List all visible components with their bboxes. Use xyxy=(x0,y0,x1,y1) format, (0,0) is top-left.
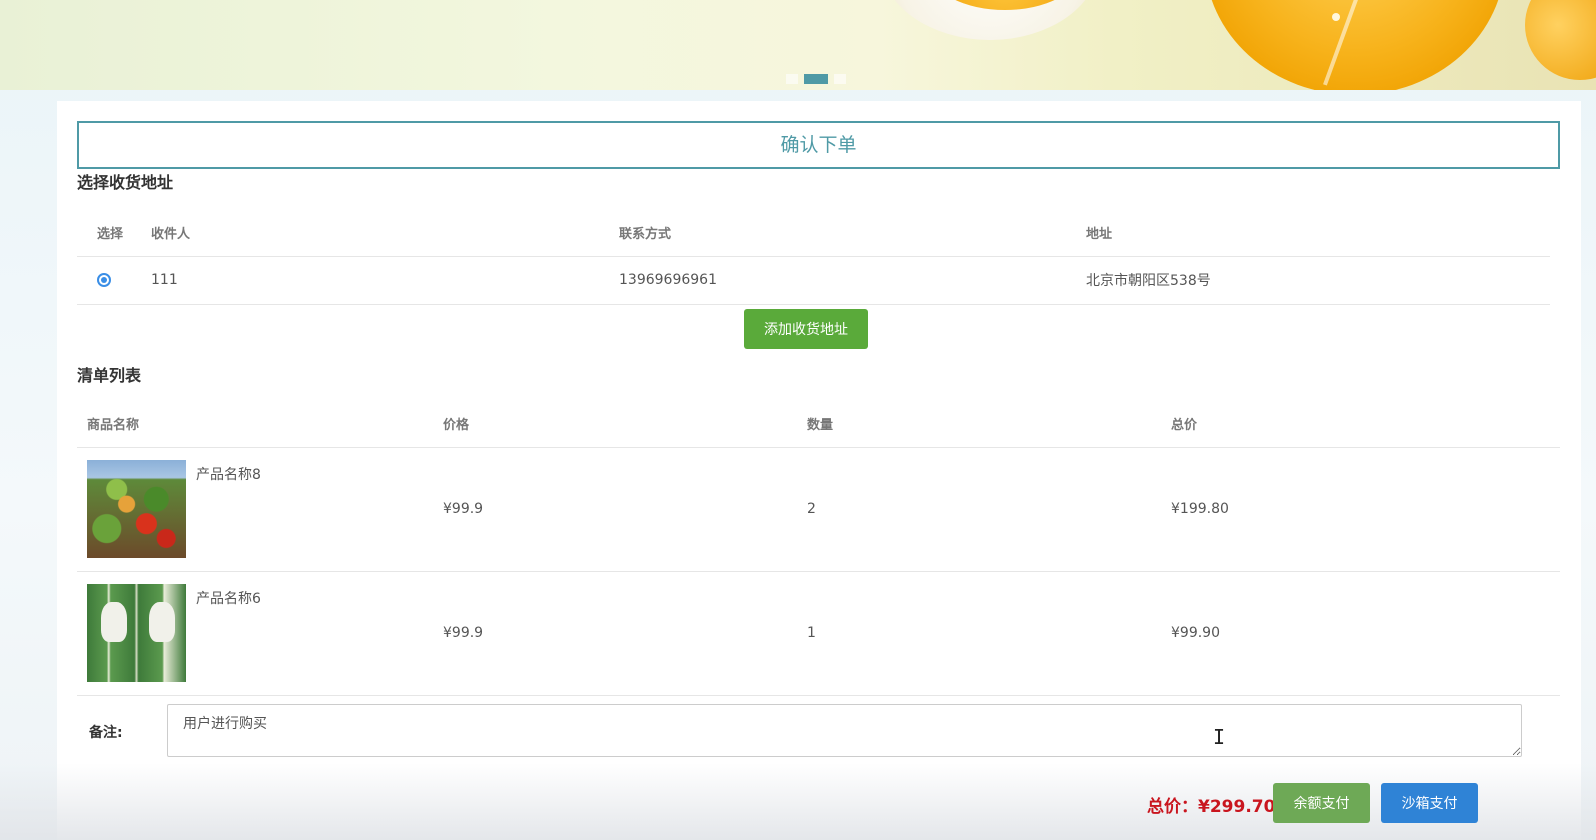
product-price: ¥99.9 xyxy=(443,447,807,572)
address-phone: 13969696961 xyxy=(619,256,1086,305)
address-radio-cell[interactable] xyxy=(77,256,151,305)
product-cell: 产品名称6 xyxy=(77,571,443,696)
address-row[interactable]: 111 13969696961 北京市朝阳区538号 xyxy=(77,256,1550,305)
banner-lemon-decor xyxy=(1205,0,1505,90)
add-address-button[interactable]: 添加收货地址 xyxy=(744,309,868,349)
page-title: 确认下单 xyxy=(77,121,1560,169)
header-phone: 联系方式 xyxy=(619,209,1086,257)
goods-table-header: 商品名称 价格 数量 总价 xyxy=(77,401,1560,448)
carousel-dot[interactable] xyxy=(786,74,798,84)
text-cursor-icon: I xyxy=(1213,725,1226,749)
header-total: 总价 xyxy=(1171,401,1560,448)
address-detail: 北京市朝阳区538号 xyxy=(1086,256,1550,305)
address-section-title: 选择收货地址 xyxy=(77,173,174,192)
product-name[interactable]: 产品名称8 xyxy=(196,464,261,484)
header-select: 选择 xyxy=(77,209,151,257)
address-table: 选择 收件人 联系方式 地址 111 13969696961 北京市朝阳区538… xyxy=(77,209,1550,305)
product-total: ¥199.80 xyxy=(1171,447,1560,572)
product-total: ¥99.90 xyxy=(1171,571,1560,696)
goods-row: 产品名称6 ¥99.9 1 ¥99.90 xyxy=(77,571,1560,696)
vegetables-image[interactable] xyxy=(87,460,186,558)
hero-banner xyxy=(0,0,1596,90)
address-table-header: 选择 收件人 联系方式 地址 xyxy=(77,209,1550,257)
carousel-dot[interactable] xyxy=(834,74,846,84)
order-panel: 确认下单 选择收货地址 选择 收件人 联系方式 地址 111 139696969… xyxy=(57,101,1581,840)
carousel-dot-active[interactable] xyxy=(804,74,828,84)
product-quantity: 2 xyxy=(807,447,1171,572)
header-address: 地址 xyxy=(1086,209,1550,257)
banner-lemon-decor xyxy=(1525,0,1596,80)
header-product-name: 商品名称 xyxy=(77,401,443,448)
product-price: ¥99.9 xyxy=(443,571,807,696)
pay-sandbox-button[interactable]: 沙箱支付 xyxy=(1381,783,1478,823)
goods-table: 商品名称 价格 数量 总价 产品名称8 ¥99.9 2 ¥199.80 产品名称… xyxy=(77,401,1560,696)
banner-lemon-seed xyxy=(1332,13,1340,21)
feed-bag-image[interactable] xyxy=(87,584,186,682)
pay-balance-button[interactable]: 余额支付 xyxy=(1273,783,1370,823)
header-recipient: 收件人 xyxy=(151,209,619,257)
carousel-indicators xyxy=(786,74,846,84)
header-quantity: 数量 xyxy=(807,401,1171,448)
remark-label: 备注: xyxy=(89,725,123,741)
goods-section-title: 清单列表 xyxy=(77,366,142,385)
goods-row: 产品名称8 ¥99.9 2 ¥199.80 xyxy=(77,447,1560,572)
remark-textarea[interactable]: 用户进行购买 xyxy=(167,704,1522,757)
product-name[interactable]: 产品名称6 xyxy=(196,588,261,608)
address-recipient: 111 xyxy=(151,256,619,305)
address-radio-selected[interactable] xyxy=(97,273,111,287)
product-quantity: 1 xyxy=(807,571,1171,696)
product-cell: 产品名称8 xyxy=(77,447,443,572)
header-price: 价格 xyxy=(443,401,807,448)
order-total: 总价：¥299.70 xyxy=(1147,797,1276,817)
